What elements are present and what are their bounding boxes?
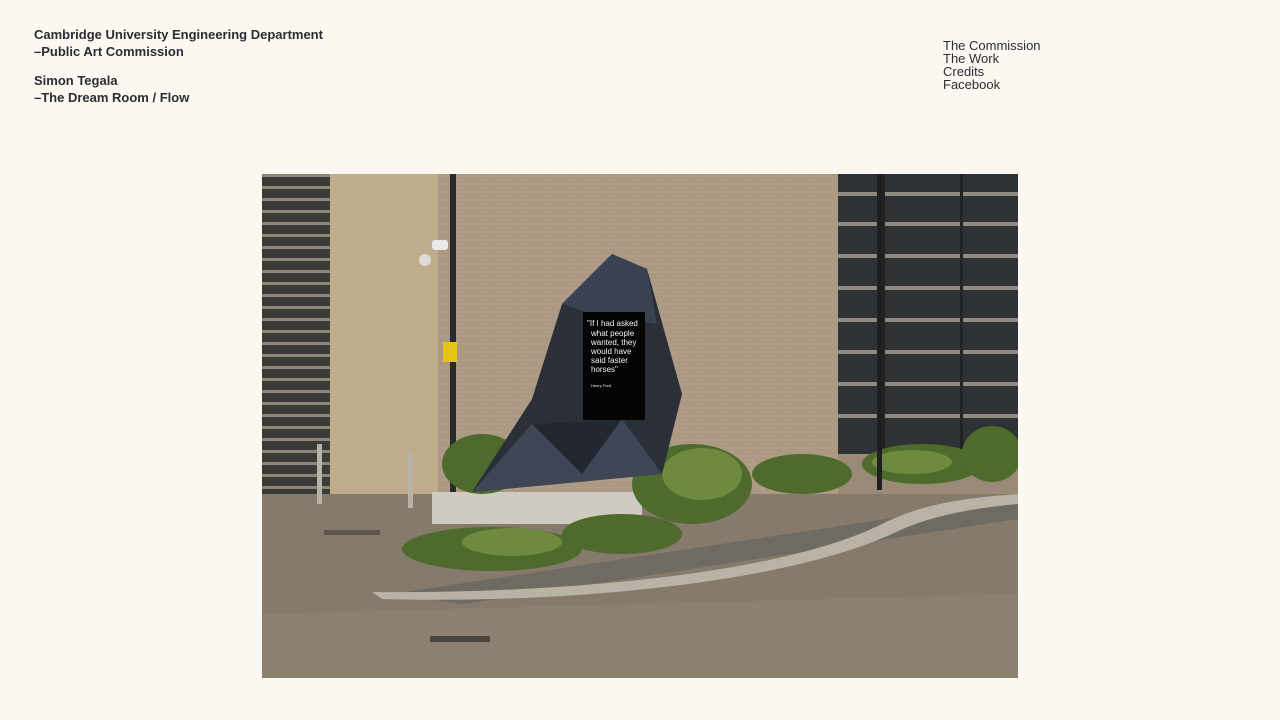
project-title: Cambridge University Engineering Departm… xyxy=(34,26,323,118)
artwork-photo-illustration: "If I had asked what people wanted, they… xyxy=(262,174,1018,678)
commission-title: Cambridge University Engineering Departm… xyxy=(34,26,323,60)
plaque-line: horses" xyxy=(591,365,618,374)
plaque-line: said faster xyxy=(591,356,628,365)
plaque-line: wanted, they xyxy=(590,338,636,347)
artist-name: Simon Tegala xyxy=(34,73,118,88)
plaque-line: what people xyxy=(590,329,635,338)
artwork-title: Simon Tegala –The Dream Room / Flow xyxy=(34,72,323,106)
plaque-line: would have xyxy=(590,347,632,356)
plaque-attribution: Henry Ford xyxy=(591,383,611,388)
artwork-photo: "If I had asked what people wanted, they… xyxy=(262,174,1018,678)
plaque-line: "If I had asked xyxy=(587,319,638,328)
commission-subtitle: –Public Art Commission xyxy=(34,44,184,59)
nav-facebook[interactable]: Facebook xyxy=(943,78,1041,91)
work-title: –The Dream Room / Flow xyxy=(34,90,190,105)
department-name: Cambridge University Engineering Departm… xyxy=(34,27,323,42)
main-nav: The Commission The Work Credits Facebook xyxy=(943,39,1041,91)
